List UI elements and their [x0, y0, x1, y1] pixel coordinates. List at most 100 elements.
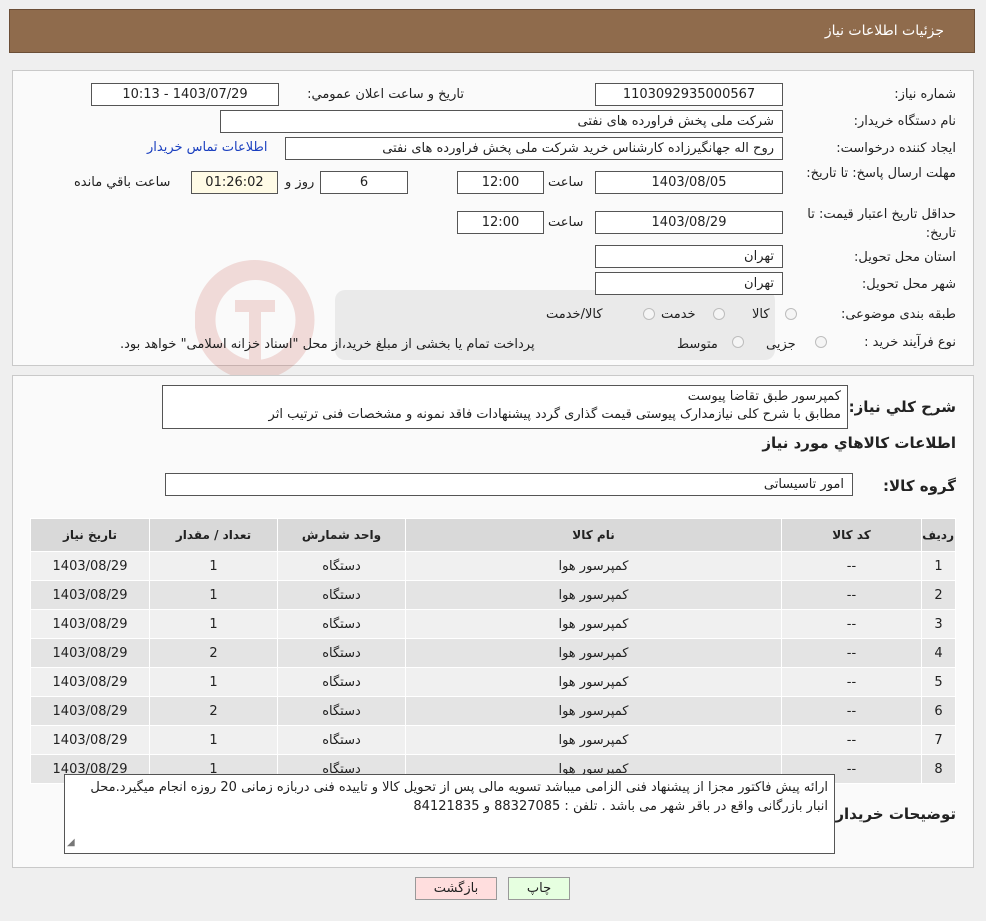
cell-goods-name: کمپرسور هوا: [405, 580, 782, 610]
summary-line-1: کمپرسور طبق تقاضا پیوست: [687, 389, 841, 404]
days-label: روز و: [285, 175, 315, 190]
col-header-goods-code: کد کالا: [781, 518, 922, 552]
category-radio-goods[interactable]: [785, 308, 797, 320]
validity-hour-label: ساعت: [548, 215, 584, 230]
deadline-hour-field: 12:00: [457, 171, 544, 194]
remaining-time-field: 01:26:02: [191, 171, 278, 194]
col-header-need-date: تاريخ نياز: [30, 518, 150, 552]
cell-quantity: 2: [149, 638, 278, 668]
city-label: شهر محل تحويل:: [861, 277, 956, 292]
process-label: نوع فرآيند خريد :: [864, 335, 956, 350]
summary-label: شرح کلي نياز:: [848, 398, 956, 416]
deadline-hour-label: ساعت: [548, 175, 584, 190]
page-title: جزئیات اطلاعات نیاز: [824, 23, 944, 39]
table-row: 4 -- کمپرسور هوا دستگاه 2 1403/08/29: [30, 638, 956, 668]
summary-line-2: مطابق با شرح کلی نیازمدارک پیوستی قیمت گ…: [268, 407, 841, 422]
cell-goods-code: --: [781, 725, 922, 755]
cell-need-date: 1403/08/29: [30, 580, 150, 610]
province-label: استان محل تحويل:: [854, 250, 956, 265]
buyer-notes-text: ارائه پیش فاکتور مجزا از پیشنهاد فنی الز…: [90, 780, 828, 814]
need-number-field: 1103092935000567: [595, 83, 783, 106]
cell-unit: دستگاه: [277, 696, 406, 726]
resize-grip-icon[interactable]: ◢: [67, 833, 75, 852]
cell-unit: دستگاه: [277, 725, 406, 755]
table-row: 5 -- کمپرسور هوا دستگاه 1 1403/08/29: [30, 667, 956, 697]
table-row: 6 -- کمپرسور هوا دستگاه 2 1403/08/29: [30, 696, 956, 726]
cell-quantity: 1: [149, 667, 278, 697]
buyer-notes-textarea[interactable]: ارائه پیش فاکتور مجزا از پیشنهاد فنی الز…: [64, 774, 835, 854]
cell-goods-code: --: [781, 696, 922, 726]
need-number-label: شماره نیاز:: [894, 87, 956, 102]
cell-quantity: 1: [149, 725, 278, 755]
process-option-medium: متوسط: [677, 337, 718, 352]
cell-row-number: 2: [921, 580, 956, 610]
col-header-goods-name: نام کالا: [405, 518, 782, 552]
cell-goods-name: کمپرسور هوا: [405, 667, 782, 697]
validity-hour-field: 12:00: [457, 211, 544, 234]
category-radio-goods-service[interactable]: [643, 308, 655, 320]
cell-unit: دستگاه: [277, 667, 406, 697]
city-field: تهران: [595, 272, 783, 295]
cell-goods-code: --: [781, 667, 922, 697]
cell-row-number: 6: [921, 696, 956, 726]
buyer-notes-label: توضيحات خريدار:: [829, 805, 956, 823]
category-option-goods-service: کالا/خدمت: [546, 307, 603, 322]
cell-row-number: 1: [921, 551, 956, 581]
col-header-quantity: تعداد / مقدار: [149, 518, 278, 552]
table-header-row: رديف کد کالا نام کالا واحد شمارش تعداد /…: [30, 518, 956, 552]
category-option-goods: کالا: [752, 307, 770, 322]
cell-need-date: 1403/08/29: [30, 609, 150, 639]
process-radio-medium[interactable]: [732, 336, 744, 348]
requester-field: روح اله جهانگیرزاده کارشناس خرید شرکت مل…: [285, 137, 783, 160]
cell-row-number: 8: [921, 754, 956, 784]
buyer-contact-link[interactable]: اطلاعات تماس خريدار: [147, 140, 267, 155]
cell-goods-code: --: [781, 609, 922, 639]
remaining-label: ساعت باقي مانده: [74, 175, 171, 190]
cell-quantity: 2: [149, 696, 278, 726]
col-header-unit: واحد شمارش: [277, 518, 406, 552]
goods-table: رديف کد کالا نام کالا واحد شمارش تعداد /…: [30, 518, 956, 784]
announce-field: 1403/07/29 - 10:13: [91, 83, 279, 106]
summary-textarea[interactable]: کمپرسور طبق تقاضا پیوست مطابق با شرح کلی…: [162, 385, 848, 429]
print-button[interactable]: چاپ: [508, 877, 570, 900]
cell-quantity: 1: [149, 580, 278, 610]
cell-goods-name: کمپرسور هوا: [405, 696, 782, 726]
cell-unit: دستگاه: [277, 638, 406, 668]
cell-row-number: 7: [921, 725, 956, 755]
cell-goods-code: --: [781, 638, 922, 668]
buyer-org-field: شرکت ملی پخش فراورده های نفتی: [220, 110, 783, 133]
col-header-row-number: رديف: [921, 518, 956, 552]
table-row: 7 -- کمپرسور هوا دستگاه 1 1403/08/29: [30, 725, 956, 755]
deadline-label: مهلت ارسال پاسخ: تا تاريخ:: [806, 166, 956, 181]
cell-row-number: 3: [921, 609, 956, 639]
cell-row-number: 5: [921, 667, 956, 697]
category-radio-service[interactable]: [713, 308, 725, 320]
days-field: 6: [320, 171, 408, 194]
process-option-minor: جزیی: [766, 337, 796, 352]
cell-unit: دستگاه: [277, 580, 406, 610]
cell-unit: دستگاه: [277, 551, 406, 581]
process-radio-minor[interactable]: [815, 336, 827, 348]
cell-goods-name: کمپرسور هوا: [405, 551, 782, 581]
cell-quantity: 1: [149, 609, 278, 639]
table-row: 3 -- کمپرسور هوا دستگاه 1 1403/08/29: [30, 609, 956, 639]
table-row: 1 -- کمپرسور هوا دستگاه 1 1403/08/29: [30, 551, 956, 581]
table-row: 2 -- کمپرسور هوا دستگاه 1 1403/08/29: [30, 580, 956, 610]
buyer-org-label: نام دستگاه خريدار:: [853, 114, 956, 129]
process-note: پرداخت تمام یا بخشی از مبلغ خرید،از محل …: [120, 337, 535, 352]
goods-info-title: اطلاعات کالاهاي مورد نياز: [762, 434, 956, 452]
goods-group-field: امور تاسیساتی: [165, 473, 853, 496]
category-option-service: خدمت: [661, 307, 696, 322]
back-button[interactable]: بازگشت: [415, 877, 497, 900]
cell-quantity: 1: [149, 551, 278, 581]
cell-goods-code: --: [781, 580, 922, 610]
cell-need-date: 1403/08/29: [30, 725, 150, 755]
table-body: 1 -- کمپرسور هوا دستگاه 1 1403/08/29 2 -…: [30, 551, 956, 784]
announce-label: تاریخ و ساعت اعلان عمومي:: [307, 87, 464, 102]
deadline-date-field: 1403/08/05: [595, 171, 783, 194]
cell-row-number: 4: [921, 638, 956, 668]
cell-goods-name: کمپرسور هوا: [405, 725, 782, 755]
validity-date-field: 1403/08/29: [595, 211, 783, 234]
province-field: تهران: [595, 245, 783, 268]
cell-need-date: 1403/08/29: [30, 667, 150, 697]
